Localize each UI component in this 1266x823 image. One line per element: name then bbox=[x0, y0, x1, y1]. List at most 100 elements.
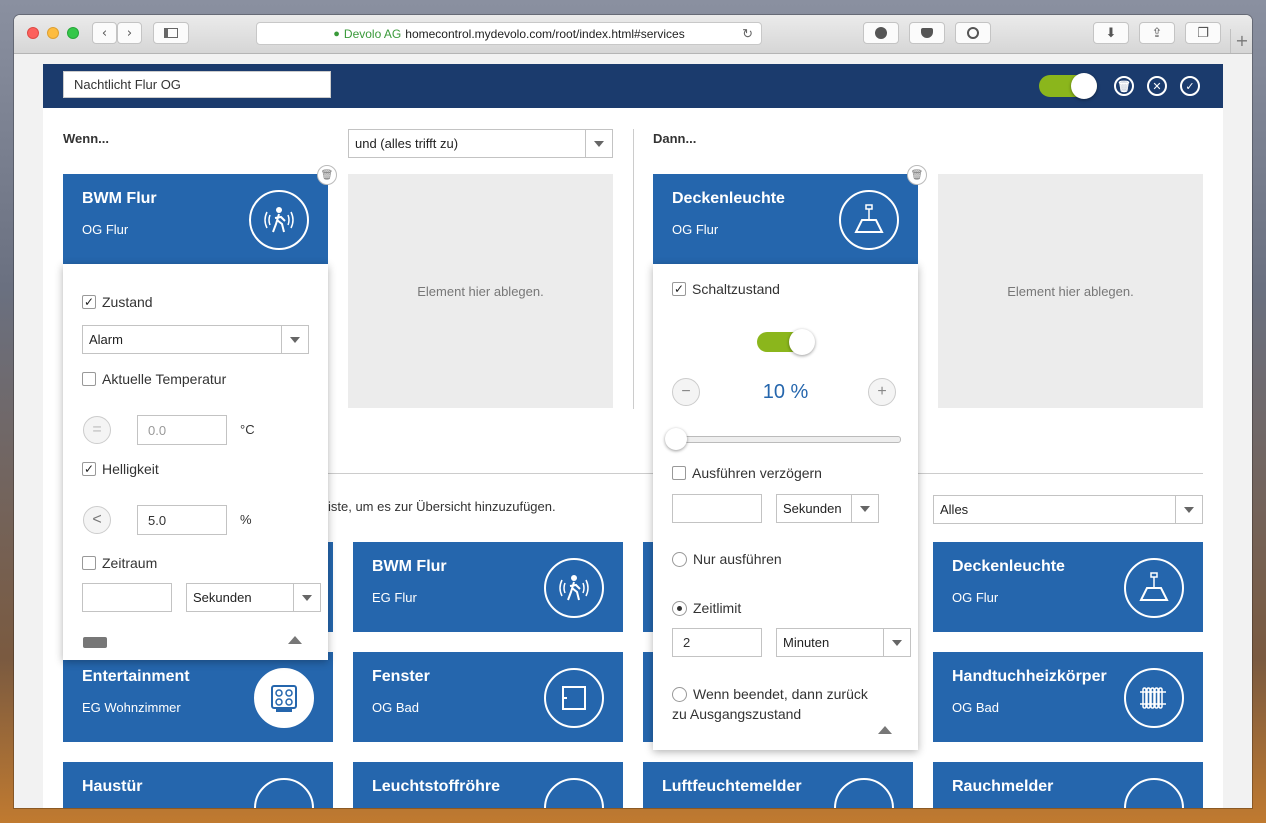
tile-title: Handtuchheizkörper bbox=[952, 668, 1107, 685]
rule-name-input[interactable]: Nachtlicht Flur OG bbox=[63, 71, 331, 98]
reload-icon[interactable]: ↻ bbox=[742, 26, 753, 42]
helligkeit-label: Helligkeit bbox=[102, 461, 159, 477]
zustand-select[interactable]: Alarm bbox=[82, 325, 309, 354]
collapse-panel-button[interactable] bbox=[878, 726, 892, 734]
dim-slider-track[interactable] bbox=[665, 428, 901, 450]
overview-hint: iste, um es zur Übersicht hinzuzufügen. bbox=[328, 499, 556, 514]
zustand-checkbox[interactable]: ✓ bbox=[82, 295, 96, 309]
zeitraum-unit-select[interactable]: Sekunden bbox=[186, 583, 321, 612]
nur-ausfuehren-radio[interactable] bbox=[672, 551, 687, 567]
operator-symbol: < bbox=[92, 511, 102, 528]
nur-ausfuehren-label: Nur ausführen bbox=[693, 551, 782, 567]
forward-button[interactable]: › bbox=[117, 22, 142, 44]
door-icon bbox=[254, 778, 314, 808]
plus-icon: + bbox=[877, 383, 887, 400]
toggle-knob bbox=[789, 329, 815, 355]
device-tile[interactable]: Handtuchheizkörper OG Bad bbox=[933, 652, 1203, 742]
device-tile[interactable]: Deckenleuchte OG Flur bbox=[933, 542, 1203, 632]
schaltzustand-checkbox[interactable]: ✓ bbox=[672, 282, 686, 296]
device-tile[interactable]: Luftfeuchtemelder bbox=[643, 762, 913, 808]
tile-title: Leuchtstoffröhre bbox=[372, 778, 500, 795]
pocket-button[interactable] bbox=[909, 22, 945, 44]
helligkeit-input[interactable]: 5.0 bbox=[137, 505, 227, 535]
helligkeit-checkbox[interactable]: ✓ bbox=[82, 462, 96, 476]
device-tile[interactable]: Haustür bbox=[63, 762, 333, 808]
remove-action-icon[interactable]: 🗑 bbox=[907, 165, 927, 185]
action-tile[interactable]: Deckenleuchte OG Flur bbox=[653, 174, 918, 264]
zeitlimit-row: Zeitlimit bbox=[672, 600, 741, 616]
password-button[interactable] bbox=[955, 22, 991, 44]
downloads-button[interactable]: ⬇ bbox=[1093, 22, 1129, 44]
tile-title: BWM Flur bbox=[372, 558, 447, 575]
device-tile[interactable]: Rauchmelder bbox=[933, 762, 1203, 808]
remove-trigger-icon[interactable]: 🗑 bbox=[317, 165, 337, 185]
delete-rule-icon[interactable]: 🗑 bbox=[1114, 76, 1134, 96]
address-bar[interactable]: ● Devolo AG homecontrol.mydevolo.com/roo… bbox=[256, 22, 762, 45]
close-window-button[interactable] bbox=[27, 27, 39, 39]
minimize-window-button[interactable] bbox=[47, 27, 59, 39]
info-icon bbox=[967, 27, 979, 39]
dim-slider-handle[interactable] bbox=[665, 428, 687, 450]
dim-increase-button[interactable]: + bbox=[868, 378, 896, 406]
chevron-down-icon bbox=[851, 495, 878, 522]
save-check-icon[interactable]: ✓ bbox=[1180, 76, 1200, 96]
trigger-tile[interactable]: BWM Flur OG Flur bbox=[63, 174, 328, 264]
chevron-up-icon bbox=[878, 726, 892, 734]
zeitraum-checkbox[interactable] bbox=[82, 556, 96, 570]
tabs-button[interactable]: ❐ bbox=[1185, 22, 1221, 44]
condition-mode-select[interactable]: und (alles trifft zu) bbox=[348, 129, 613, 158]
zeitraum-label: Zeitraum bbox=[102, 555, 158, 571]
delay-input[interactable] bbox=[672, 494, 762, 523]
close-icon[interactable]: ✕ bbox=[1147, 76, 1167, 96]
tile-subtitle: OG Flur bbox=[952, 590, 999, 605]
new-tab-button[interactable]: + bbox=[1230, 29, 1252, 53]
device-tile[interactable]: BWM Flur EG Flur bbox=[353, 542, 623, 632]
temperature-checkbox[interactable] bbox=[82, 372, 96, 386]
zustand-value: Alarm bbox=[89, 332, 123, 347]
device-tile[interactable]: Entertainment EG Wohnzimmer bbox=[63, 652, 333, 742]
pocket-icon bbox=[921, 28, 933, 38]
tabs-icon: ❐ bbox=[1197, 25, 1209, 41]
operator-symbol: = bbox=[92, 421, 102, 438]
collapse-panel-button[interactable] bbox=[288, 636, 302, 644]
rule-enabled-toggle[interactable] bbox=[1039, 73, 1097, 99]
share-button[interactable]: ⇪ bbox=[1139, 22, 1175, 44]
toggle-knob bbox=[1071, 73, 1097, 99]
tile-title: Deckenleuchte bbox=[672, 190, 785, 207]
back-button[interactable]: ‹ bbox=[92, 22, 117, 44]
action-settings-panel: ✓ Schaltzustand − 10 % + Ausführen verzö… bbox=[653, 264, 918, 750]
switch-state-toggle[interactable] bbox=[757, 329, 815, 355]
trigger-drop-zone[interactable]: Element hier ablegen. bbox=[348, 174, 613, 408]
chevron-down-icon bbox=[281, 326, 308, 353]
chevron-right-icon: › bbox=[126, 25, 133, 41]
tile-title: Deckenleuchte bbox=[952, 558, 1065, 575]
chevron-down-icon bbox=[883, 629, 910, 656]
site-name: Devolo AG bbox=[343, 26, 402, 41]
delay-checkbox[interactable] bbox=[672, 466, 686, 480]
reader-button[interactable] bbox=[863, 22, 899, 44]
motion-sensor-icon bbox=[544, 558, 604, 618]
zeitlimit-radio[interactable] bbox=[672, 600, 687, 616]
device-tile[interactable]: Fenster OG Bad bbox=[353, 652, 623, 742]
helligkeit-operator-button[interactable]: < bbox=[83, 506, 111, 534]
zeitlimit-label: Zeitlimit bbox=[693, 600, 742, 616]
zoom-window-button[interactable] bbox=[67, 27, 79, 39]
browser-toolbar: ‹ › ● Devolo AG homecontrol.mydevolo.com… bbox=[14, 15, 1252, 54]
zeitlimit-unit-select[interactable]: Minuten bbox=[776, 628, 911, 657]
zustand-label: Zustand bbox=[102, 294, 153, 310]
zeitlimit-input[interactable]: 2 bbox=[672, 628, 762, 657]
device-filter-select[interactable]: Alles bbox=[933, 495, 1203, 524]
motion-sensor-icon bbox=[249, 190, 309, 250]
temperature-input[interactable]: 0.0 bbox=[137, 415, 227, 445]
rule-header: Nachtlicht Flur OG 🗑 ✕ ✓ bbox=[43, 64, 1223, 108]
temperature-operator-button[interactable]: = bbox=[83, 416, 111, 444]
sidebar-button[interactable] bbox=[153, 22, 189, 44]
tile-title: Fenster bbox=[372, 668, 430, 685]
action-drop-zone[interactable]: Element hier ablegen. bbox=[938, 174, 1203, 408]
zeitraum-input[interactable] bbox=[82, 583, 172, 612]
smoke-icon bbox=[1124, 778, 1184, 808]
device-tile[interactable]: Leuchtstoffröhre bbox=[353, 762, 623, 808]
section-divider bbox=[633, 129, 634, 409]
return-state-radio[interactable] bbox=[672, 686, 687, 702]
delay-unit-select[interactable]: Sekunden bbox=[776, 494, 879, 523]
